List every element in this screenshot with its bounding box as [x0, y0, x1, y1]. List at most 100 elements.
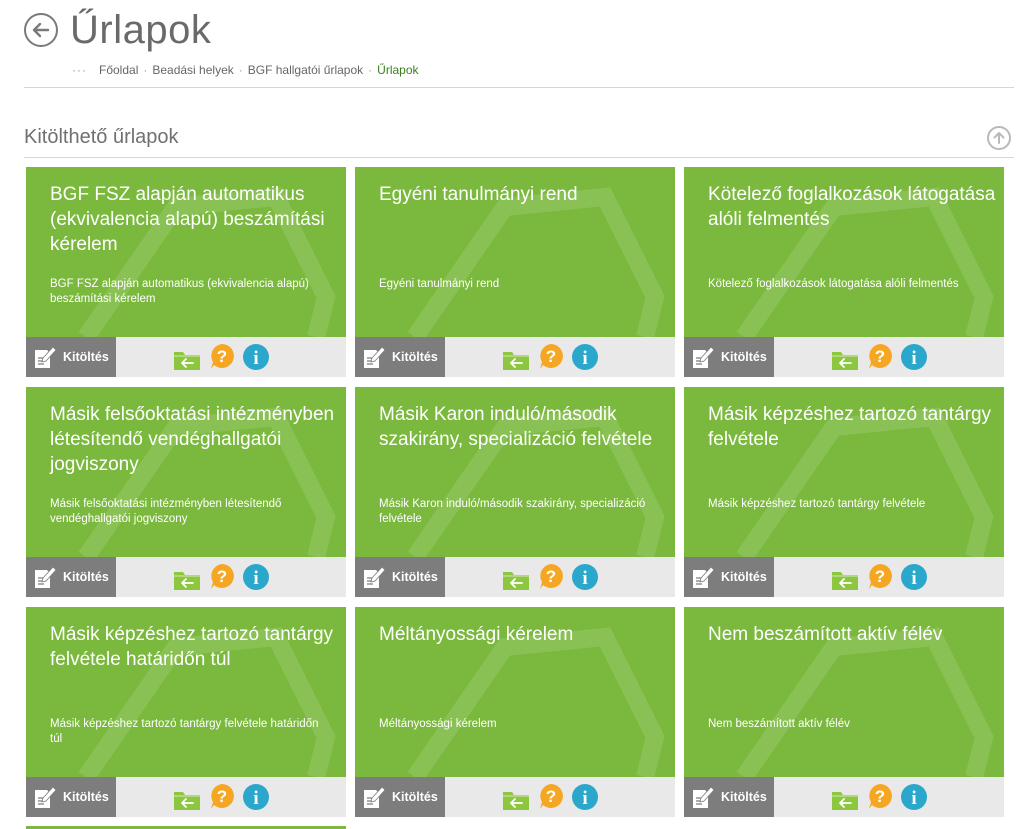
question-icon[interactable]: ?	[866, 562, 894, 590]
svg-text:i: i	[911, 568, 916, 589]
fill-button-label: Kitöltés	[721, 790, 767, 804]
info-icon[interactable]: i	[571, 783, 599, 811]
info-icon[interactable]: i	[571, 563, 599, 591]
svg-text:?: ?	[217, 567, 227, 586]
breadcrumb-ellipsis[interactable]: ···	[72, 63, 87, 77]
fill-button[interactable]: Kitöltés	[684, 337, 774, 377]
fill-button-label: Kitöltés	[63, 350, 109, 364]
svg-text:?: ?	[875, 347, 885, 366]
form-card[interactable]: Másik képzéshez tartozó tantárgy felvéte…	[684, 387, 1004, 597]
info-icon[interactable]: i	[900, 343, 928, 371]
breadcrumb: ··· Főoldal · Beadási helyek · BGF hallg…	[72, 63, 419, 77]
back-icon[interactable]	[24, 13, 58, 47]
form-edit-icon	[364, 346, 386, 368]
question-icon[interactable]: ?	[208, 782, 236, 810]
svg-text:?: ?	[546, 567, 556, 586]
form-card[interactable]: Egyéni tanulmányi rend Egyéni tanulmányi…	[355, 167, 675, 377]
page-header: Űrlapok	[24, 8, 211, 52]
form-card-title: Másik Karon induló/második szakirány, sp…	[379, 404, 653, 450]
question-icon[interactable]: ?	[208, 342, 236, 370]
question-icon[interactable]: ?	[537, 782, 565, 810]
breadcrumb-student-forms[interactable]: BGF hallgatói űrlapok	[248, 63, 363, 77]
form-card-footer: Kitöltés ? i	[355, 337, 675, 377]
form-edit-icon	[35, 346, 57, 368]
fill-button-label: Kitöltés	[392, 350, 438, 364]
folder-arrow-icon[interactable]	[173, 346, 201, 374]
info-icon[interactable]: i	[242, 563, 270, 591]
fill-button-label: Kitöltés	[63, 790, 109, 804]
folder-arrow-icon[interactable]	[173, 786, 201, 814]
form-card[interactable]: Másik Karon induló/második szakirány, sp…	[355, 387, 675, 597]
form-card-title: Egyéni tanulmányi rend	[379, 184, 578, 205]
question-icon[interactable]: ?	[866, 782, 894, 810]
form-card-title: Másik képzéshez tartozó tantárgy felvéte…	[708, 404, 992, 450]
breadcrumb-separator: ·	[143, 63, 148, 77]
folder-arrow-icon[interactable]	[831, 566, 859, 594]
form-card-title: Másik képzéshez tartozó tantárgy felvéte…	[50, 624, 334, 670]
scroll-up-icon[interactable]	[987, 126, 1011, 150]
form-card[interactable]: BGF FSZ alapján automatikus (ekvivalenci…	[26, 167, 346, 377]
form-card[interactable]: Másik képzéshez tartozó tantárgy felvéte…	[26, 607, 346, 817]
fill-button-label: Kitöltés	[392, 790, 438, 804]
breadcrumb-submission-places[interactable]: Beadási helyek	[152, 63, 233, 77]
svg-text:?: ?	[217, 347, 227, 366]
fill-button[interactable]: Kitöltés	[684, 777, 774, 817]
svg-text:i: i	[582, 348, 587, 369]
fill-button-label: Kitöltés	[721, 570, 767, 584]
form-card-description: Másik képzéshez tartozó tantárgy felvéte…	[708, 498, 926, 510]
svg-text:i: i	[911, 788, 916, 809]
svg-text:i: i	[582, 788, 587, 809]
form-card-description: Kötelező foglalkozások látogatása alóli …	[708, 278, 959, 290]
form-card-grid: BGF FSZ alapján automatikus (ekvivalenci…	[26, 167, 1004, 829]
fill-button[interactable]: Kitöltés	[26, 777, 116, 817]
form-card-title: Kötelező foglalkozások látogatása alóli …	[708, 184, 996, 230]
form-card-footer: Kitöltés ? i	[355, 557, 675, 597]
form-card-description: BGF FSZ alapján automatikus (ekvivalenci…	[50, 278, 309, 305]
form-card[interactable]: Méltányossági kérelem Méltányossági kére…	[355, 607, 675, 817]
fill-button[interactable]: Kitöltés	[355, 337, 445, 377]
form-card-title: BGF FSZ alapján automatikus (ekvivalenci…	[50, 184, 325, 255]
breadcrumb-home[interactable]: Főoldal	[99, 63, 138, 77]
info-icon[interactable]: i	[900, 783, 928, 811]
info-icon[interactable]: i	[242, 783, 270, 811]
fill-button[interactable]: Kitöltés	[684, 557, 774, 597]
form-card[interactable]: Másik felsőoktatási intézményben létesít…	[26, 387, 346, 597]
breadcrumb-separator: ·	[368, 63, 373, 77]
question-icon[interactable]: ?	[537, 562, 565, 590]
svg-text:i: i	[582, 568, 587, 589]
form-card-footer: Kitöltés ? i	[355, 777, 675, 817]
question-icon[interactable]: ?	[537, 342, 565, 370]
form-edit-icon	[693, 346, 715, 368]
folder-arrow-icon[interactable]	[173, 566, 201, 594]
form-card[interactable]: Kötelező foglalkozások látogatása alóli …	[684, 167, 1004, 377]
form-card-description: Másik Karon induló/második szakirány, sp…	[379, 498, 646, 525]
svg-text:i: i	[253, 348, 258, 369]
svg-text:?: ?	[546, 347, 556, 366]
fill-button[interactable]: Kitöltés	[26, 337, 116, 377]
folder-arrow-icon[interactable]	[502, 346, 530, 374]
info-icon[interactable]: i	[242, 343, 270, 371]
fill-button-label: Kitöltés	[392, 570, 438, 584]
fill-button[interactable]: Kitöltés	[355, 777, 445, 817]
form-edit-icon	[35, 566, 57, 588]
folder-arrow-icon[interactable]	[502, 566, 530, 594]
folder-arrow-icon[interactable]	[831, 346, 859, 374]
form-card-footer: Kitöltés ? i	[26, 777, 346, 817]
header-divider	[24, 87, 1014, 88]
fill-button[interactable]: Kitöltés	[355, 557, 445, 597]
form-card-title: Másik felsőoktatási intézményben létesít…	[50, 404, 335, 475]
form-card[interactable]: Nem beszámított aktív félév Nem beszámít…	[684, 607, 1004, 817]
form-card-description: Nem beszámított aktív félév	[708, 718, 850, 730]
question-icon[interactable]: ?	[208, 562, 236, 590]
info-icon[interactable]: i	[900, 563, 928, 591]
fill-button-label: Kitöltés	[63, 570, 109, 584]
folder-arrow-icon[interactable]	[502, 786, 530, 814]
breadcrumb-current: Űrlapok	[377, 63, 419, 77]
form-card-title: Nem beszámított aktív félév	[708, 624, 943, 645]
info-icon[interactable]: i	[571, 343, 599, 371]
question-icon[interactable]: ?	[866, 342, 894, 370]
form-edit-icon	[693, 786, 715, 808]
breadcrumb-separator: ·	[238, 63, 243, 77]
folder-arrow-icon[interactable]	[831, 786, 859, 814]
fill-button[interactable]: Kitöltés	[26, 557, 116, 597]
